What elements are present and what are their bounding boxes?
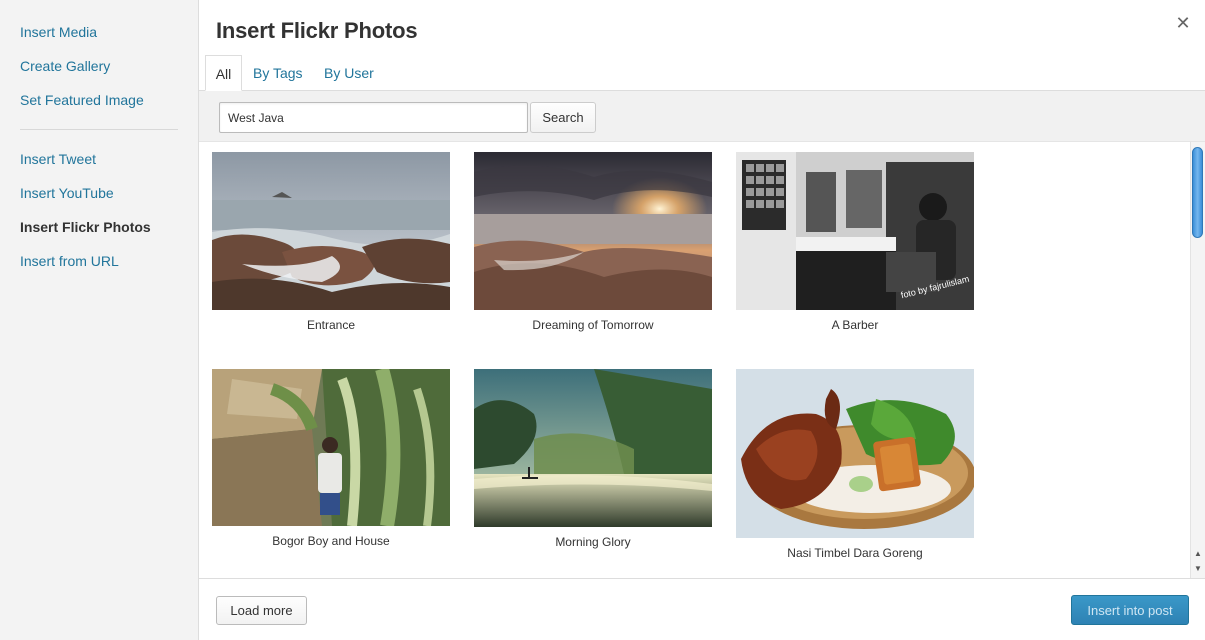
photo-caption: Nasi Timbel Dara Goreng — [787, 546, 923, 560]
photo-thumbnail[interactable]: foto by fajrulislam — [736, 152, 974, 310]
menu-insert-flickr-photos[interactable]: Insert Flickr Photos — [20, 219, 151, 235]
photo-caption: Dreaming of Tomorrow — [532, 318, 654, 332]
search-button[interactable]: Search — [530, 102, 596, 133]
photo-thumbnail[interactable] — [474, 369, 712, 527]
tab-by-tags[interactable]: By Tags — [253, 55, 303, 91]
photo-thumbnail[interactable] — [212, 369, 450, 526]
scroll-down-arrow-icon[interactable]: ▼ — [1191, 563, 1205, 575]
insert-into-post-button[interactable]: Insert into post — [1071, 595, 1189, 625]
photo-thumbnail[interactable] — [212, 152, 450, 310]
photo-thumbnail[interactable] — [736, 369, 974, 538]
menu-insert-media[interactable]: Insert Media — [20, 24, 97, 40]
photo-caption: A Barber — [831, 318, 879, 332]
scroll-up-arrow-icon[interactable]: ▲ — [1191, 548, 1205, 560]
modal-title: Insert Flickr Photos — [216, 18, 418, 43]
photo-item[interactable]: foto by fajrulislam A Barber — [736, 152, 974, 332]
photo-item[interactable]: Entrance — [212, 152, 450, 332]
tab-by-user[interactable]: By User — [324, 55, 374, 91]
close-icon[interactable]: ✕ — [1172, 12, 1194, 34]
grid-scrollbar-thumb[interactable] — [1192, 147, 1203, 238]
photo-caption: Entrance — [306, 318, 356, 332]
boy-and-house-image — [212, 369, 450, 526]
menu-create-gallery[interactable]: Create Gallery — [20, 58, 110, 74]
rocky-coast-image — [212, 152, 450, 310]
menu-separator — [20, 129, 178, 130]
photo-caption: Bogor Boy and House — [272, 534, 390, 548]
photo-item[interactable]: Dreaming of Tomorrow — [474, 152, 712, 332]
media-sidebar: Insert Media Create Gallery Set Featured… — [0, 0, 199, 640]
sunset-coast-image — [474, 152, 712, 310]
photo-item[interactable]: Morning Glory — [474, 369, 712, 549]
modal-footer — [199, 578, 1205, 640]
photo-item[interactable]: Bogor Boy and House — [212, 369, 450, 548]
menu-insert-tweet[interactable]: Insert Tweet — [20, 151, 96, 167]
menu-insert-from-url[interactable]: Insert from URL — [20, 253, 119, 269]
photo-thumbnail[interactable] — [474, 152, 712, 310]
search-input[interactable] — [219, 102, 528, 133]
load-more-button[interactable]: Load more — [216, 596, 307, 625]
tab-all[interactable]: All — [205, 55, 242, 91]
fried-food-basket-image — [736, 369, 974, 538]
photo-caption: Morning Glory — [555, 535, 631, 549]
menu-insert-youtube[interactable]: Insert YouTube — [20, 185, 114, 201]
misty-river-image — [474, 369, 712, 527]
photo-item[interactable]: Nasi Timbel Dara Goreng — [736, 369, 974, 560]
menu-set-featured-image[interactable]: Set Featured Image — [20, 92, 144, 108]
photo-grid: Entrance Dreaming of Tomorrow foto by fa… — [199, 142, 1190, 578]
